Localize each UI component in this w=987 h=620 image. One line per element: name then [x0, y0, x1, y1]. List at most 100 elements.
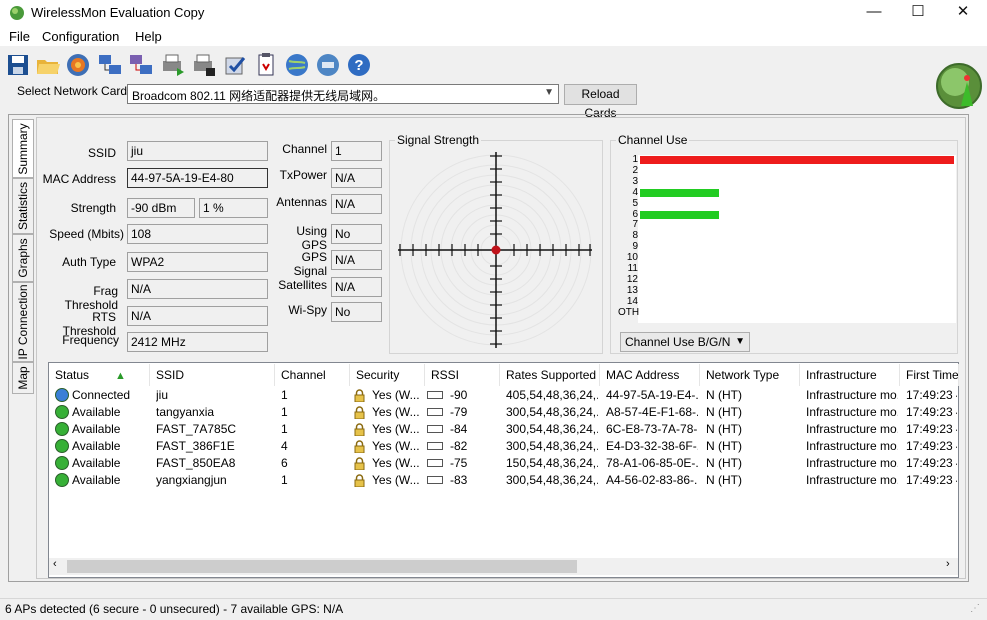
- strength-label: Strength: [70, 201, 116, 215]
- frag-label: Frag Threshold: [64, 284, 118, 312]
- table-row[interactable]: Connected jiu 1 Yes (W... -90 405,54,48,36,24…: [49, 387, 958, 404]
- checklist-icon[interactable]: [222, 52, 248, 78]
- column-header-label: SSID: [156, 368, 185, 382]
- svg-text:?: ?: [354, 57, 363, 74]
- channel-label-3: 3: [632, 175, 638, 187]
- channel-label-1: 1: [632, 154, 638, 165]
- menu-help[interactable]: Help: [135, 29, 162, 44]
- lock-icon: [354, 406, 365, 419]
- column-header-label: Network Type: [706, 368, 780, 382]
- scrollbar-thumb[interactable]: [67, 560, 577, 573]
- channel-mode-select[interactable]: Channel Use B/G/N ▼: [620, 332, 750, 352]
- table-row[interactable]: Available FAST_850EA8 6 Yes (W... -75 150,54,…: [49, 455, 958, 472]
- reload-cards-button[interactable]: Reload Cards: [564, 84, 637, 120]
- column-header-first-time[interactable]: First Time S: [900, 364, 959, 386]
- cell-security: Yes (W...: [372, 473, 420, 487]
- save-icon[interactable]: [5, 52, 31, 78]
- help-icon[interactable]: ?: [346, 52, 372, 78]
- column-header-infrastructure[interactable]: Infrastructure: [800, 364, 900, 386]
- cell-rssi: -75: [450, 456, 468, 470]
- available-status-icon: [55, 422, 69, 436]
- print-icon[interactable]: [160, 52, 186, 78]
- column-header-channel[interactable]: Channel: [275, 364, 350, 386]
- cell-security: Yes (W...: [372, 439, 420, 453]
- table-row[interactable]: Available FAST_7A785C 1 Yes (W... -84 300,54,…: [49, 421, 958, 438]
- menu-configuration[interactable]: Configuration: [42, 29, 119, 44]
- using-gps-field: No: [331, 224, 382, 244]
- channel-label-oth: OTH: [618, 306, 640, 318]
- tab-map[interactable]: Map: [12, 362, 34, 394]
- antennas-label: Antennas: [276, 195, 327, 209]
- frequency-field: 2412 MHz: [127, 332, 268, 352]
- clipboard-icon[interactable]: [253, 52, 279, 78]
- available-status-icon: [55, 473, 69, 487]
- gps-signal-field: N/A: [331, 250, 382, 270]
- cell-security: Yes (W...: [372, 405, 420, 419]
- network-cards-icon[interactable]: [97, 52, 123, 78]
- export-icon[interactable]: [191, 52, 217, 78]
- rssi-bar: [427, 459, 443, 467]
- cell-status: Available: [72, 422, 121, 436]
- cell-infrastructure: Infrastructure mo...: [806, 473, 898, 487]
- record-icon[interactable]: [65, 52, 91, 78]
- mac-field: 44-97-5A-19-E4-80: [127, 168, 268, 188]
- tab-graphs[interactable]: Graphs: [12, 234, 34, 282]
- table-row[interactable]: Available tangyanxia 1 Yes (W... -79 300,54,4…: [49, 404, 958, 421]
- cell-status: Available: [72, 439, 121, 453]
- rssi-bar: [427, 408, 443, 416]
- cell-channel: 4: [281, 439, 288, 453]
- tab-ip-connection[interactable]: IP Connection: [12, 282, 34, 362]
- table-row[interactable]: Available FAST_386F1E 4 Yes (W... -82 300,54,…: [49, 438, 958, 455]
- auth-label: Auth Type: [62, 255, 116, 269]
- channel-label-12: 12: [626, 273, 638, 285]
- column-header-rates-supported[interactable]: Rates Supported: [500, 364, 600, 386]
- channel-label-14: 14: [626, 295, 638, 307]
- network-card-label: Select Network Card: [17, 84, 128, 98]
- column-header-status[interactable]: Status ▲: [49, 364, 150, 386]
- cell-first-time: 17:49:23 4: [906, 473, 957, 487]
- open-folder-icon[interactable]: [35, 52, 61, 78]
- window-title: WirelessMon Evaluation Copy: [31, 5, 205, 20]
- cell-rssi: -90: [450, 388, 468, 402]
- table-row[interactable]: Available yangxiangjun 1 Yes (W... -83 300,54…: [49, 472, 958, 489]
- cell-infrastructure: Infrastructure mo...: [806, 405, 898, 419]
- column-header-network-type[interactable]: Network Type: [700, 364, 800, 386]
- column-header-ssid[interactable]: SSID: [150, 364, 275, 386]
- column-header-rssi[interactable]: RSSI: [425, 364, 500, 386]
- column-header-label: Status: [55, 368, 90, 382]
- strength-pct-field: 1 %: [199, 198, 268, 218]
- cell-first-time: 17:49:23 4: [906, 439, 957, 453]
- network-cards-alt-icon[interactable]: [128, 52, 154, 78]
- globe-icon[interactable]: [284, 52, 310, 78]
- cell-channel: 1: [281, 473, 288, 487]
- column-header-mac-address[interactable]: MAC Address: [600, 364, 700, 386]
- cell-mac-address: 44-97-5A-19-E4-...: [606, 388, 698, 402]
- channel-label-2: 2: [632, 164, 638, 176]
- txpower-label: TxPower: [279, 168, 327, 182]
- cell-infrastructure: Infrastructure mo...: [806, 456, 898, 470]
- rts-field: N/A: [127, 306, 268, 326]
- minimize-button[interactable]: —: [851, 0, 897, 26]
- tab-summary[interactable]: Summary: [12, 119, 34, 178]
- column-header-security[interactable]: Security: [350, 364, 425, 386]
- close-button[interactable]: ✕: [940, 0, 986, 26]
- channel-bar-1: [640, 156, 954, 164]
- horizontal-scrollbar[interactable]: ‹ ›: [49, 558, 958, 575]
- signal-radar: [398, 152, 592, 348]
- cell-ssid: jiu: [156, 388, 169, 402]
- wirelessmon-logo-icon: [936, 63, 982, 109]
- web-help-icon[interactable]: [315, 52, 341, 78]
- menu-file[interactable]: File: [9, 29, 30, 44]
- ap-list[interactable]: Status ▲ SSID Channel Security RSSI Rates Supp…: [48, 362, 959, 578]
- tab-statistics[interactable]: Statistics: [12, 178, 34, 234]
- scroll-left-icon[interactable]: ‹: [53, 558, 57, 570]
- app-icon: [10, 6, 24, 20]
- cell-rates-supported: 300,54,48,36,24,...: [506, 473, 598, 487]
- maximize-button[interactable]: ☐: [895, 0, 941, 26]
- scroll-right-icon[interactable]: ›: [946, 558, 950, 570]
- connected-status-icon: [55, 388, 69, 402]
- chevron-down-icon: ▼: [544, 87, 554, 98]
- network-card-select[interactable]: Broadcom 802.11 网络适配器提供无线局域网。 ▼: [127, 84, 559, 104]
- cell-first-time: 17:49:23 4: [906, 456, 957, 470]
- resize-grip-icon[interactable]: ⋰: [970, 603, 980, 614]
